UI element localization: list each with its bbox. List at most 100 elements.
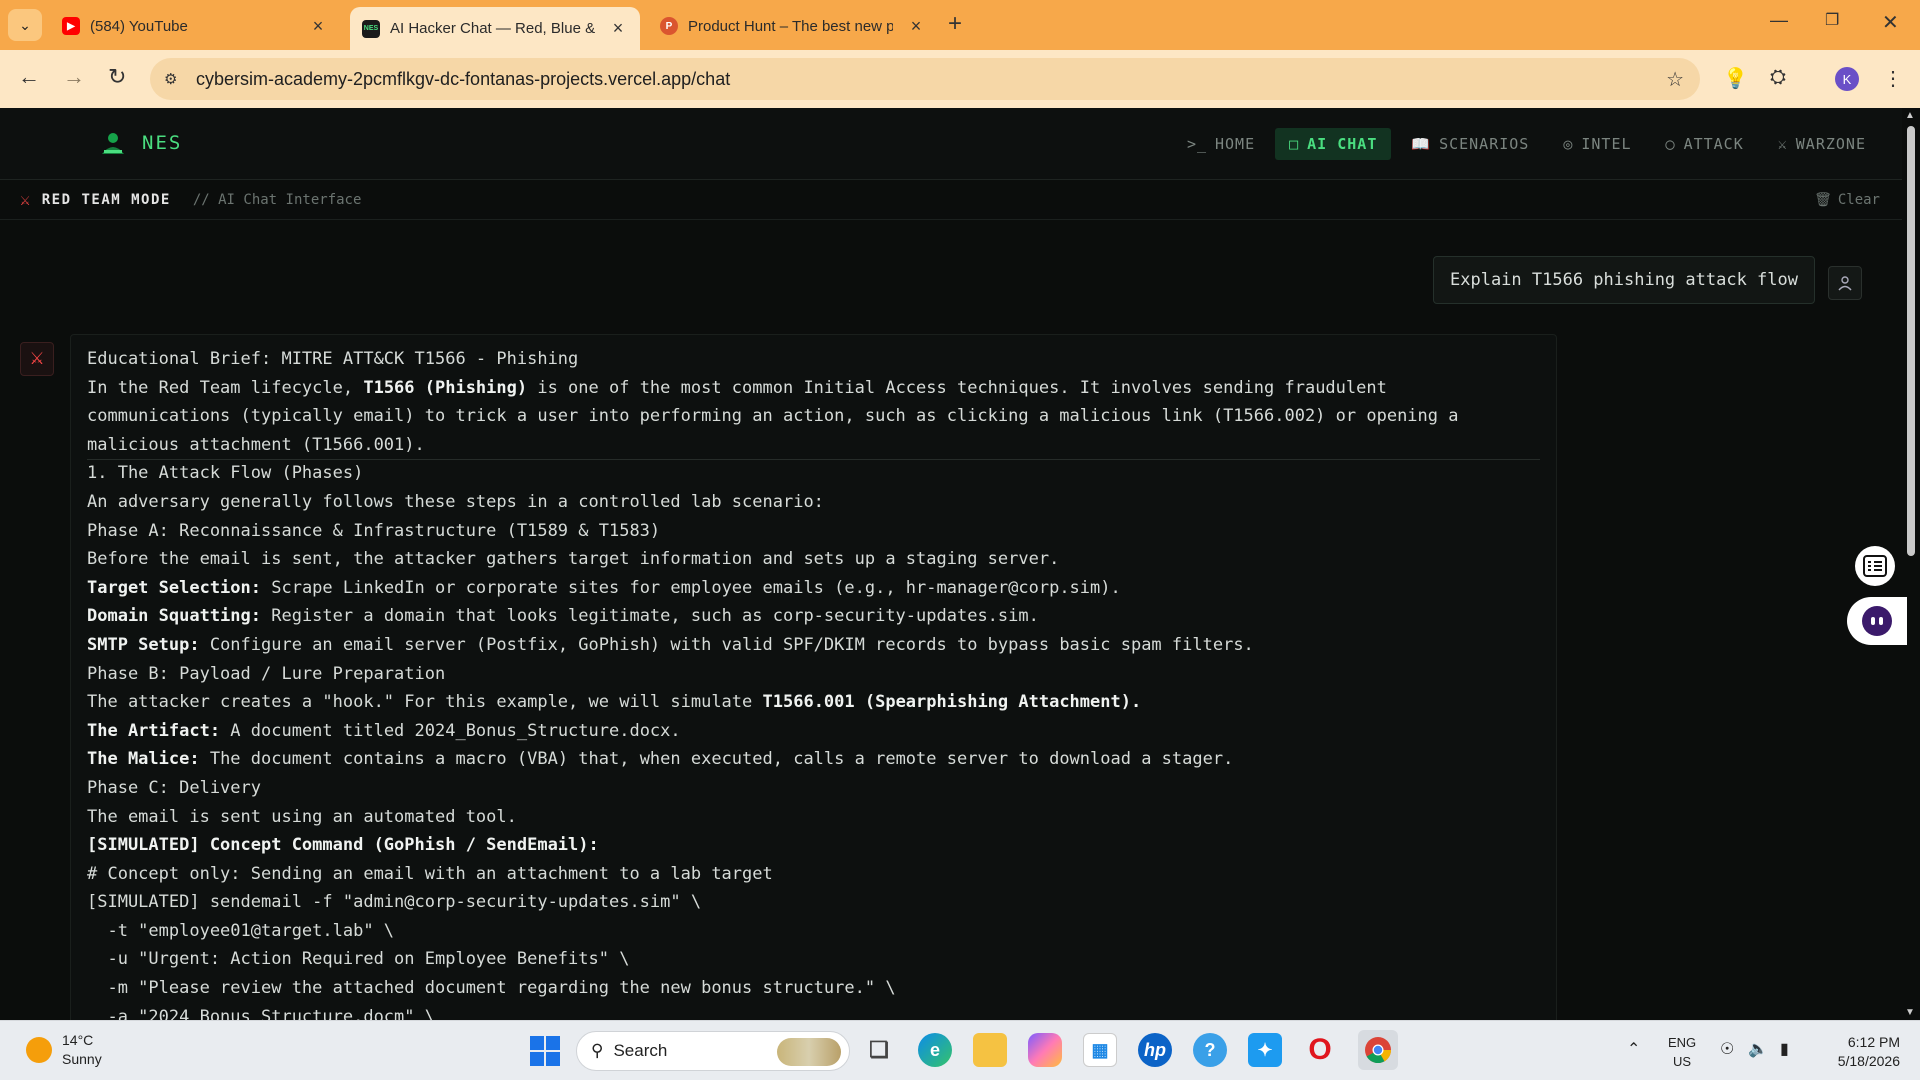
clock-date: 5/18/2026 — [1837, 1053, 1900, 1069]
menu-kebab-icon[interactable]: ⋮ — [1883, 66, 1903, 91]
tab-title: (584) YouTube — [90, 17, 188, 35]
close-window-icon[interactable]: ✕ — [1882, 10, 1899, 35]
nav-attack[interactable]: ◯ ATTACK — [1652, 128, 1758, 160]
message-line: The Artifact: A document titled 2024_Bon… — [87, 720, 681, 741]
floating-assistant-button[interactable] — [1847, 597, 1907, 645]
sun-icon — [26, 1037, 52, 1063]
main-nav: >_ HOME □ AI CHAT 📖 SCENARIOS ◎ INTEL ◯ ATTAC… — [1173, 128, 1880, 160]
address-bar[interactable]: ⚙ cybersim-academy-2pcmflkgv-dc-fontanas… — [150, 58, 1700, 100]
user-message-bubble: Explain T1566 phishing attack flow — [1433, 256, 1815, 304]
message-line: -u "Urgent: Action Required on Employee … — [87, 949, 630, 970]
user-message-text: Explain T1566 phishing attack flow — [1450, 270, 1798, 290]
chevron-down-icon: ⌄ — [19, 16, 31, 33]
twitter-icon[interactable]: ✦ — [1248, 1033, 1282, 1067]
assistant-avatar: ⚔ — [20, 342, 54, 376]
message-line: Phase A: Reconnaissance & Infrastructure… — [87, 520, 661, 541]
scroll-down-icon[interactable]: ▼ — [1905, 1007, 1915, 1018]
profile-avatar[interactable]: K — [1835, 67, 1859, 91]
browser-tab-product-hunt[interactable]: P Product Hunt – The best new products × — [648, 7, 938, 45]
task-view-icon[interactable]: ❏ — [862, 1033, 896, 1067]
user-icon — [1838, 276, 1852, 291]
nav-label: HOME — [1215, 135, 1256, 153]
book-icon: 📖 — [1411, 135, 1432, 153]
lang-region: US — [1673, 1054, 1692, 1069]
chat-icon: □ — [1289, 135, 1300, 153]
logo-text: NES — [142, 132, 183, 154]
language-indicator[interactable]: ENG US — [1668, 1033, 1696, 1071]
scrollbar-thumb[interactable] — [1907, 126, 1915, 556]
hp-icon[interactable]: hp — [1138, 1033, 1172, 1067]
close-tab-icon[interactable]: × — [906, 16, 926, 37]
store-icon[interactable]: ▦ — [1083, 1033, 1117, 1067]
opera-icon[interactable]: O — [1303, 1033, 1337, 1067]
new-tab-button[interactable]: + — [948, 10, 962, 38]
swords-icon: ⚔ — [29, 349, 45, 368]
url-text[interactable]: cybersim-academy-2pcmflkgv-dc-fontanas-p… — [196, 69, 730, 90]
message-line: The attacker creates a "hook." For this … — [87, 692, 1142, 713]
bookmark-star-icon[interactable]: ☆ — [1666, 67, 1684, 92]
app-viewport: NES >_ HOME □ AI CHAT 📖 SCENARIOS ◎ INTEL ◯ A… — [0, 108, 1902, 1020]
help-icon[interactable]: ? — [1193, 1033, 1227, 1067]
app-navbar: NES >_ HOME □ AI CHAT 📖 SCENARIOS ◎ INTEL ◯ A… — [0, 108, 1902, 180]
minimize-icon[interactable]: — — [1770, 10, 1788, 31]
reload-icon[interactable]: ↻ — [108, 64, 126, 90]
message-line: The email is sent using an automated too… — [87, 806, 517, 827]
close-tab-icon[interactable]: × — [308, 16, 328, 37]
nav-scenarios[interactable]: 📖 SCENARIOS — [1397, 128, 1543, 160]
copilot-icon[interactable] — [1028, 1033, 1062, 1067]
browser-tab-ai-hacker-chat[interactable]: NES AI Hacker Chat — Red, Blue & Purple … — [350, 7, 640, 50]
tab-title: AI Hacker Chat — Red, Blue & Purple — [390, 20, 595, 37]
clear-label: Clear — [1837, 191, 1880, 208]
message-line: An adversary generally follows these ste… — [87, 491, 824, 512]
scroll-up-icon[interactable]: ▲ — [1905, 110, 1915, 121]
tab-search-button[interactable]: ⌄ — [8, 9, 42, 41]
site-settings-icon[interactable]: ⚙ — [164, 70, 186, 88]
close-tab-icon[interactable]: × — [608, 18, 628, 39]
chat-subheader: ⚔ RED TEAM MODE // AI Chat Interface 🗑 C… — [0, 180, 1902, 220]
weather-widget[interactable]: 14°C Sunny — [26, 1031, 102, 1069]
back-icon[interactable]: ← — [18, 64, 40, 90]
nav-warzone[interactable]: ⚔ WARZONE — [1764, 128, 1880, 160]
file-explorer-icon[interactable] — [973, 1033, 1007, 1067]
message-line: # Concept only: Sending an email with an… — [87, 863, 773, 884]
battery-icon[interactable]: ▮ — [1780, 1039, 1789, 1059]
forward-icon[interactable]: → — [63, 64, 85, 90]
edge-icon[interactable]: e — [918, 1033, 952, 1067]
weather-desc: Sunny — [62, 1051, 102, 1067]
terminal-icon: >_ — [1186, 135, 1207, 153]
nav-home[interactable]: >_ HOME — [1173, 128, 1269, 160]
extensions-icon[interactable]: ⛭ — [1770, 66, 1786, 89]
producthunt-icon: P — [660, 17, 678, 35]
network-icon[interactable]: ☉ — [1720, 1039, 1734, 1059]
message-line: communications (typically email) to tric… — [87, 406, 1459, 427]
hacker-logo-icon — [98, 130, 128, 156]
restore-icon[interactable]: ❐ — [1825, 10, 1839, 30]
clear-button[interactable]: 🗑 Clear — [1814, 192, 1880, 208]
message-line: Before the email is sent, the attacker g… — [87, 549, 1060, 570]
nav-intel[interactable]: ◎ INTEL — [1549, 128, 1645, 160]
search-label: Search — [613, 1041, 668, 1060]
page-scrollbar[interactable]: ▲ ▼ — [1902, 108, 1920, 1020]
search-icon: ⚲ — [591, 1041, 604, 1060]
message-line: -t "employee01@target.lab" \ — [87, 920, 395, 941]
tray-chevron-up-icon[interactable]: ⌃ — [1627, 1039, 1640, 1059]
system-clock[interactable]: 6:12 PM 5/18/2026 — [1820, 1033, 1900, 1071]
floating-notes-button[interactable] — [1855, 546, 1895, 586]
taskbar-search[interactable]: ⚲ Search — [576, 1031, 850, 1071]
mode-label: RED TEAM MODE — [41, 191, 171, 208]
nav-label: WARZONE — [1795, 135, 1866, 153]
lightbulb-icon[interactable]: 💡 — [1723, 66, 1748, 91]
volume-icon[interactable]: 🔈 — [1748, 1039, 1768, 1059]
chrome-icon[interactable] — [1358, 1030, 1398, 1070]
browser-tab-youtube[interactable]: ▶ (584) YouTube × — [50, 7, 340, 45]
youtube-icon: ▶ — [62, 17, 80, 35]
browser-toolbar: ← → ↻ ⚙ cybersim-academy-2pcmflkgv-dc-fo… — [0, 50, 1920, 108]
nav-label: ATTACK — [1683, 135, 1744, 153]
windows-start-icon[interactable] — [530, 1036, 560, 1066]
clock-time: 6:12 PM — [1847, 1034, 1900, 1050]
nav-ai-chat[interactable]: □ AI CHAT — [1275, 128, 1392, 160]
trash-icon: 🗑 — [1814, 191, 1832, 208]
app-logo[interactable]: NES — [98, 130, 182, 156]
browser-tab-strip: ⌄ ▶ (584) YouTube × NES AI Hacker Chat —… — [0, 0, 1920, 50]
nav-label: INTEL — [1581, 135, 1632, 153]
